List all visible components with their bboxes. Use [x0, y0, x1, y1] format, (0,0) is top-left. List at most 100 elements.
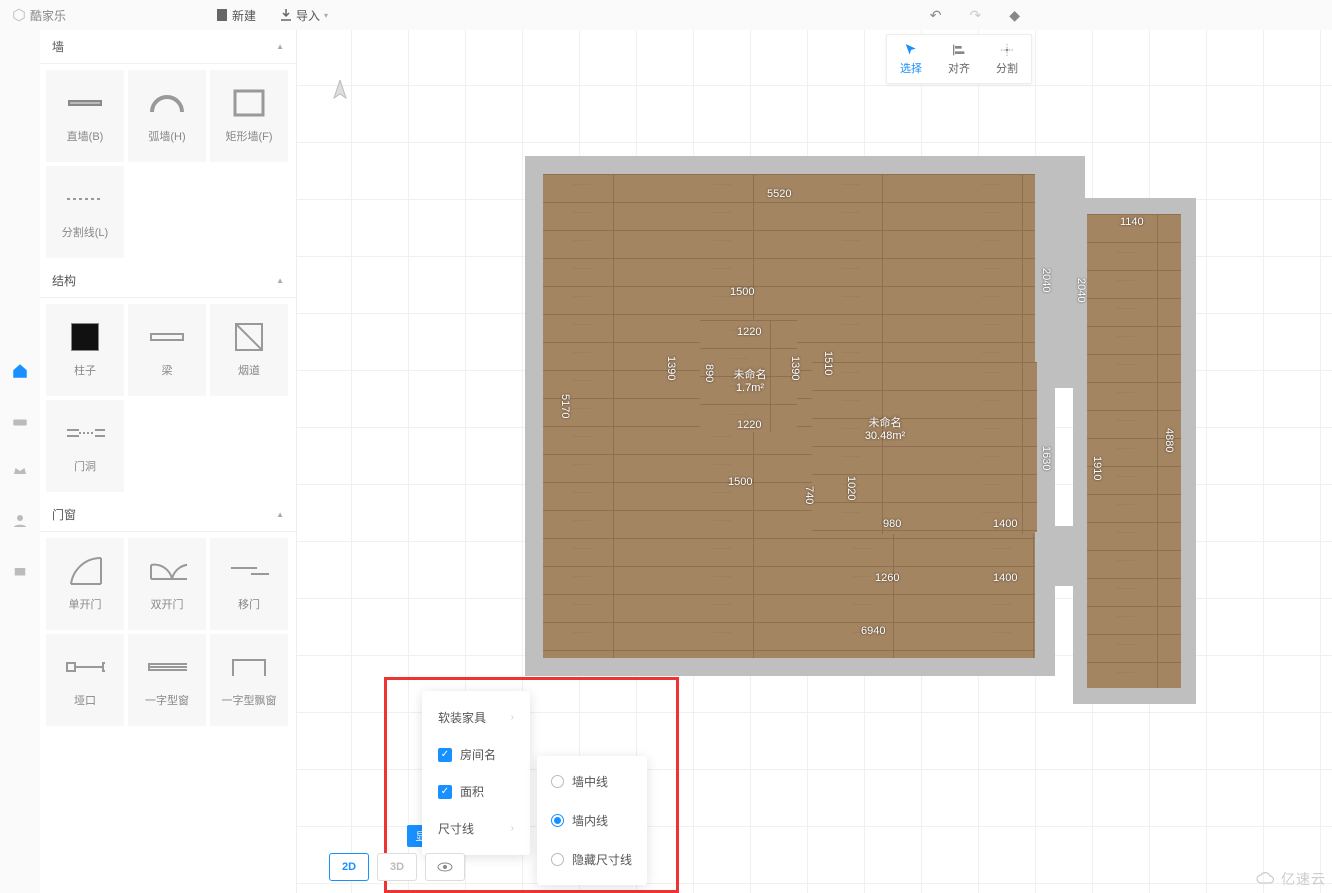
- tool-split-line[interactable]: 分割线(L): [46, 166, 124, 258]
- clear-icon[interactable]: ◆: [1009, 7, 1020, 24]
- view-eye-button[interactable]: [425, 853, 465, 881]
- dim-label: 1390: [665, 356, 677, 380]
- view-2d-button[interactable]: 2D: [329, 853, 369, 881]
- display-menu: 软装家具› ✓房间名 ✓面积 尺寸线›: [422, 691, 530, 855]
- rail-home-icon[interactable]: [9, 360, 31, 382]
- room-label-2: 未命名30.48m²: [845, 414, 925, 442]
- dim-label: 740: [803, 486, 815, 504]
- tool-arc-wall[interactable]: 弧墙(H): [128, 70, 206, 162]
- dim-label: 1510: [822, 351, 834, 375]
- tool-column[interactable]: 柱子: [46, 304, 124, 396]
- dim-label: 5170: [559, 394, 571, 418]
- chevron-up-icon: ▲: [276, 276, 284, 285]
- mode-toolbar: 选择 对齐 分割: [886, 34, 1032, 84]
- dim-label: 1220: [737, 326, 761, 338]
- dim-label: 1220: [737, 419, 761, 431]
- radio-icon: [551, 775, 564, 788]
- eye-icon: [437, 861, 453, 873]
- file-icon: [216, 8, 228, 22]
- tool-door-opening[interactable]: 门洞: [46, 400, 124, 492]
- mode-split[interactable]: 分割: [983, 35, 1031, 83]
- chevron-right-icon: ›: [511, 712, 514, 723]
- menu-room-name[interactable]: ✓房间名: [422, 736, 530, 773]
- new-button[interactable]: 新建: [216, 7, 256, 24]
- dim-label: 5520: [767, 188, 791, 200]
- dim-label: 1020: [845, 476, 857, 500]
- import-icon: [280, 8, 292, 22]
- canvas[interactable]: 选择 对齐 分割 未命名1.7m² 未: [297, 30, 1332, 893]
- rail-user-icon[interactable]: [9, 510, 31, 532]
- tool-double-door[interactable]: 双开门: [128, 538, 206, 630]
- rail-sofa-icon[interactable]: [9, 410, 31, 432]
- history-icons: ↶ ↷ ◆: [930, 7, 1020, 24]
- room-label-1: 未命名1.7m²: [710, 366, 790, 394]
- radio-wall-inner[interactable]: 墙内线: [537, 801, 647, 840]
- radio-checked-icon: [551, 814, 564, 827]
- doorwin-tools: 单开门 双开门 移门 垭口 一字型窗 一字型飘窗: [40, 532, 296, 732]
- dim-label: 4880: [1163, 428, 1175, 452]
- section-wall[interactable]: 墙▲: [40, 30, 296, 64]
- dim-label: 1630: [1040, 446, 1052, 470]
- view-3d-button[interactable]: 3D: [377, 853, 417, 881]
- dim-label: 1140: [1120, 216, 1144, 228]
- tool-single-door[interactable]: 单开门: [46, 538, 124, 630]
- radio-wall-center[interactable]: 墙中线: [537, 762, 647, 801]
- dim-label: 1910: [1091, 456, 1103, 480]
- dim-label: 1500: [730, 286, 754, 298]
- section-struct[interactable]: 结构▲: [40, 264, 296, 298]
- rail-crown-icon[interactable]: [9, 460, 31, 482]
- tool-baywindow[interactable]: 一字型飘窗: [210, 634, 288, 726]
- section-doorwin[interactable]: 门窗▲: [40, 498, 296, 532]
- redo-icon[interactable]: ↷: [969, 7, 981, 24]
- rail-trolley-icon[interactable]: [9, 560, 31, 582]
- mode-align[interactable]: 对齐: [935, 35, 983, 83]
- app-name: 酷家乐: [30, 7, 66, 24]
- top-actions: 新建 导入 ▾: [216, 7, 328, 24]
- tool-rect-wall[interactable]: 矩形墙(F): [210, 70, 288, 162]
- mode-select[interactable]: 选择: [887, 35, 935, 83]
- dim-label: 1400: [993, 518, 1017, 530]
- dim-label: 890: [703, 364, 715, 382]
- tool-straight-wall[interactable]: 直墙(B): [46, 70, 124, 162]
- menu-area[interactable]: ✓面积: [422, 773, 530, 810]
- cloud-icon: [1255, 871, 1277, 887]
- undo-icon[interactable]: ↶: [930, 7, 942, 24]
- watermark: 亿速云: [1255, 869, 1326, 889]
- dim-label: 980: [883, 518, 901, 530]
- split-icon: [999, 42, 1015, 58]
- tool-sidebar: 墙▲ 直墙(B) 弧墙(H) 矩形墙(F) 分割线(L) 结构▲ 柱子 梁 烟道…: [40, 30, 297, 893]
- view-buttons: 2D 3D: [329, 853, 465, 881]
- floor-plan[interactable]: 未命名1.7m² 未命名30.48m² 5520 1140 6940 5170 …: [525, 156, 1197, 710]
- dim-label: 1500: [728, 476, 752, 488]
- top-bar: 酷家乐 新建 导入 ▾ ↶ ↷ ◆: [0, 0, 1332, 30]
- compass-icon: [330, 80, 350, 110]
- checkbox-checked-icon: ✓: [438, 785, 452, 799]
- cursor-icon: [903, 42, 919, 58]
- dim-label: 6940: [861, 625, 885, 637]
- tool-beam[interactable]: 梁: [128, 304, 206, 396]
- left-rail: [0, 30, 40, 893]
- tool-window[interactable]: 一字型窗: [128, 634, 206, 726]
- import-button[interactable]: 导入 ▾: [280, 7, 328, 24]
- struct-tools: 柱子 梁 烟道 门洞: [40, 298, 296, 498]
- app-logo: 酷家乐: [12, 7, 66, 24]
- tool-yakou[interactable]: 垭口: [46, 634, 124, 726]
- radio-hide-dim[interactable]: 隐藏尺寸线: [537, 840, 647, 879]
- menu-dimension[interactable]: 尺寸线›: [422, 810, 530, 847]
- radio-icon: [551, 853, 564, 866]
- dim-label: 1390: [789, 356, 801, 380]
- wall-tools: 直墙(B) 弧墙(H) 矩形墙(F) 分割线(L): [40, 64, 296, 264]
- menu-soft-furniture[interactable]: 软装家具›: [422, 699, 530, 736]
- tool-flue[interactable]: 烟道: [210, 304, 288, 396]
- hexagon-icon: [12, 8, 26, 22]
- dimension-submenu: 墙中线 墙内线 隐藏尺寸线: [537, 756, 647, 885]
- dim-label: 2040: [1040, 268, 1052, 292]
- chevron-up-icon: ▲: [276, 510, 284, 519]
- dim-label: 1260: [875, 572, 899, 584]
- chevron-right-icon: ›: [511, 823, 514, 834]
- tool-sliding-door[interactable]: 移门: [210, 538, 288, 630]
- dim-label: 1400: [993, 572, 1017, 584]
- chevron-up-icon: ▲: [276, 42, 284, 51]
- checkbox-checked-icon: ✓: [438, 748, 452, 762]
- dim-label: 2040: [1075, 278, 1087, 302]
